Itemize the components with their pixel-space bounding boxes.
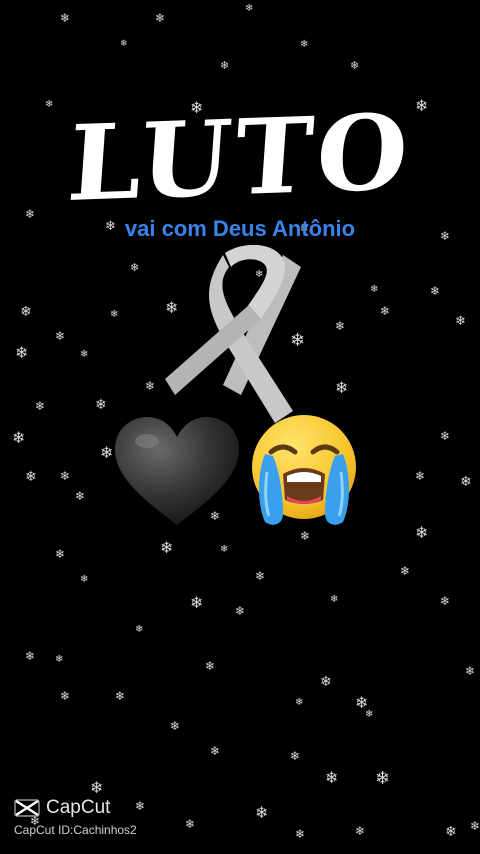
snowflake-icon: ❄ [210, 744, 221, 758]
snowflake-icon: ❄ [20, 304, 32, 320]
snowflake-icon: ❄ [55, 547, 66, 561]
snowflake-icon: ❄ [330, 594, 339, 605]
snowflake-icon: ❄ [75, 489, 86, 503]
snowflake-icon: ❄ [335, 319, 346, 333]
snowflake-icon: ❄ [55, 654, 64, 665]
snowflake-icon: ❄ [205, 659, 216, 673]
snowflake-icon: ❄ [12, 428, 26, 447]
capcut-id-text: CapCut ID:Cachinhos2 [14, 823, 137, 837]
snowflake-icon: ❄ [335, 378, 349, 397]
title-text: LUTO [64, 90, 416, 225]
snowflake-icon: ❄ [400, 564, 411, 578]
snowflake-icon: ❄ [190, 593, 204, 612]
crying-face-icon [252, 415, 356, 525]
snowflake-icon: ❄ [300, 39, 309, 50]
snowflake-icon: ❄ [295, 697, 304, 708]
snowflake-icon: ❄ [295, 827, 306, 841]
snowflake-icon: ❄ [60, 11, 71, 25]
snowflake-icon: ❄ [465, 664, 476, 678]
snowflake-icon: ❄ [460, 474, 472, 490]
snowflake-icon: ❄ [110, 309, 119, 320]
snowflake-icon: ❄ [155, 11, 166, 25]
snowflake-icon: ❄ [15, 343, 29, 362]
capcut-watermark: CapCut CapCut ID:Cachinhos2 [14, 797, 137, 837]
snowflake-icon: ❄ [255, 803, 269, 822]
snowflake-icon: ❄ [245, 3, 254, 14]
snowflake-icon: ❄ [100, 443, 114, 462]
snowflake-icon: ❄ [135, 624, 144, 635]
snowflake-icon: ❄ [235, 604, 246, 618]
snowflake-icon: ❄ [365, 709, 374, 720]
snowflake-icon: ❄ [300, 529, 311, 543]
snowflake-icon: ❄ [320, 674, 332, 690]
snowflake-icon: ❄ [185, 817, 196, 831]
snowflake-icon: ❄ [440, 594, 451, 608]
snowflake-icon: ❄ [350, 59, 360, 72]
snowflake-icon: ❄ [415, 523, 429, 542]
snowflake-icon: ❄ [375, 768, 391, 789]
snowflake-icon: ❄ [455, 314, 466, 329]
snowflake-icon: ❄ [370, 284, 379, 295]
snowflake-icon: ❄ [160, 538, 174, 557]
snowflake-icon: ❄ [130, 261, 140, 274]
snowflake-icon: ❄ [170, 719, 181, 733]
awareness-ribbon-icon [165, 245, 301, 423]
capcut-brand-text: CapCut [46, 797, 111, 818]
video-frame: ❄ ❄ ❄ ❄ ❄ ❄ ❄ ❄ ❄ ❄ ❄ ❄ ❄ ❄ ❄ ❄ ❄ ❄ ❄ ❄ ❄ ❄ ❄ ❄ ❄ ❄ ❄ ❄ ❄ ❄ ❄ ❄ ❄ ❄ ❄ ❄ ❄ ❄ ❄ ❄… [0, 0, 480, 854]
snowflake-icon: ❄ [220, 544, 229, 555]
snowflake-icon: ❄ [415, 469, 426, 483]
snowflake-icon: ❄ [60, 469, 71, 483]
snowflake-icon: ❄ [25, 469, 37, 485]
snowflake-icon: ❄ [80, 349, 89, 360]
snowflake-icon: ❄ [440, 429, 451, 443]
snowflake-icon: ❄ [115, 689, 126, 703]
snowflake-icon: ❄ [255, 569, 266, 583]
snowflake-icon: ❄ [25, 649, 36, 663]
snowflake-icon: ❄ [220, 59, 230, 72]
snowflake-icon: ❄ [380, 304, 391, 318]
snowflake-icon: ❄ [355, 824, 366, 838]
capcut-logo-icon [14, 799, 40, 817]
snowflake-icon: ❄ [145, 379, 156, 393]
snowflake-icon: ❄ [80, 574, 89, 585]
snowflake-icon: ❄ [430, 284, 441, 298]
black-heart-icon [115, 417, 239, 525]
snowflake-icon: ❄ [470, 819, 480, 833]
snowflake-icon: ❄ [325, 768, 339, 787]
subtitle-text: vai com Deus Antônio [124, 216, 356, 241]
snowflake-icon: ❄ [35, 399, 46, 413]
snowflake-icon: ❄ [55, 329, 66, 343]
snowflake-icon: ❄ [290, 749, 301, 763]
snowflake-icon: ❄ [120, 39, 128, 49]
snowflake-icon: ❄ [95, 397, 107, 413]
snowflake-icon: ❄ [445, 824, 457, 840]
snowflake-icon: ❄ [60, 689, 71, 703]
snowflake-icon: ❄ [90, 778, 104, 797]
